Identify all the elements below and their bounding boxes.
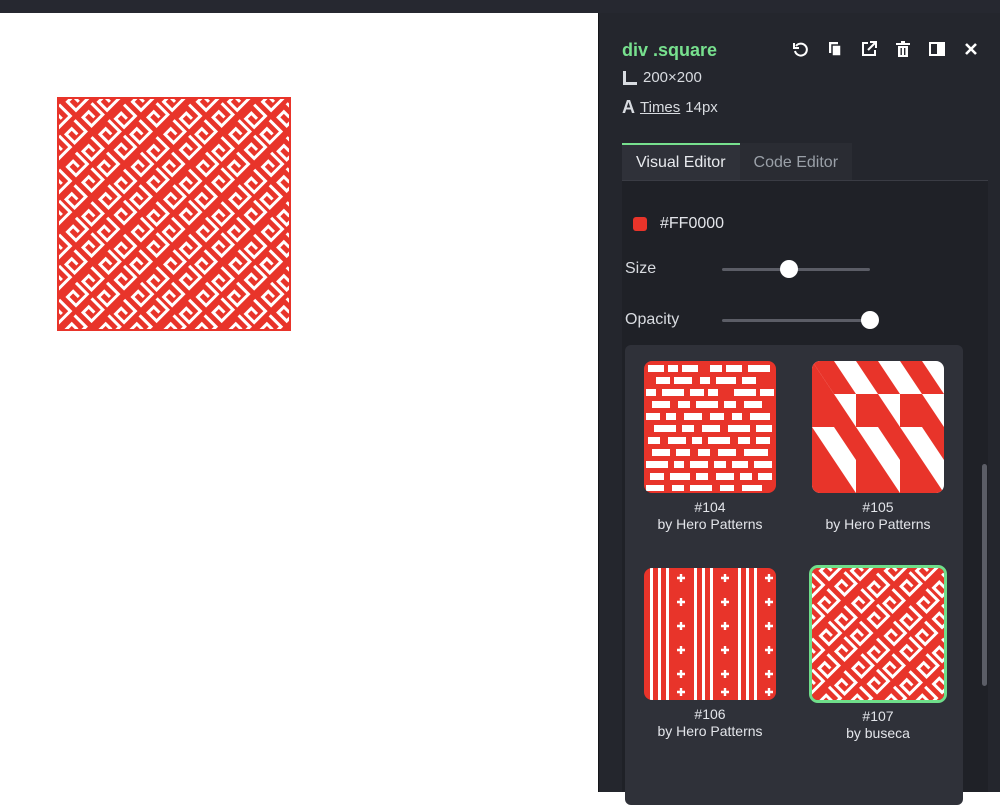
pattern-author-104: by Hero Patterns	[657, 516, 763, 532]
tab-visual-editor[interactable]: Visual Editor	[622, 143, 740, 180]
color-picker-row[interactable]: #FF0000	[633, 215, 724, 233]
inspector-panel: div .square 200×200 A Times 14px Visual …	[598, 13, 1000, 805]
element-size: 200×200	[643, 69, 702, 86]
close-icon[interactable]	[961, 39, 981, 59]
pattern-id-107: #107	[862, 708, 894, 724]
undo-icon[interactable]	[791, 39, 811, 59]
font-size: 14px	[685, 99, 718, 116]
opacity-label: Opacity	[625, 311, 680, 328]
scrollbar[interactable]	[982, 464, 987, 686]
element-size-row: 200×200	[622, 69, 702, 86]
pattern-id-106: #106	[694, 706, 726, 722]
selected-square-element[interactable]	[57, 97, 291, 331]
external-link-icon[interactable]	[859, 39, 879, 59]
pattern-id-105: #105	[862, 499, 894, 515]
square-pattern-fill	[59, 99, 289, 329]
color-swatch[interactable]	[633, 217, 647, 231]
page-canvas	[0, 13, 598, 792]
pattern-card-107[interactable]: #107 by buseca	[803, 565, 953, 742]
tab-code-editor[interactable]: Code Editor	[739, 143, 853, 180]
pattern-author-106: by Hero Patterns	[657, 723, 763, 739]
panel-toggle-icon[interactable]	[927, 39, 947, 59]
inspector-toolbar	[791, 39, 981, 59]
ruler-icon	[623, 70, 637, 85]
pattern-card-105[interactable]: #105 by Hero Patterns	[803, 361, 953, 533]
pattern-author-105: by Hero Patterns	[825, 516, 931, 532]
editor-tabs: Visual Editor Code Editor	[622, 143, 853, 180]
selected-element-title: div .square	[622, 40, 718, 60]
color-hex-value[interactable]: #FF0000	[660, 215, 724, 233]
size-slider-knob[interactable]	[779, 259, 798, 278]
pattern-thumb-105[interactable]	[812, 361, 944, 493]
pattern-gallery: #104 by Hero Patterns #105 by Hero Patte…	[625, 345, 963, 805]
trash-icon[interactable]	[893, 39, 913, 59]
opacity-slider-row: Opacity	[625, 310, 879, 329]
size-slider-row: Size	[625, 259, 870, 278]
copy-icon[interactable]	[825, 39, 845, 59]
pattern-thumb-106[interactable]	[644, 568, 776, 700]
pattern-id-104: #104	[694, 499, 726, 515]
element-font-row: A Times 14px	[622, 97, 718, 118]
pattern-author-107: by buseca	[846, 725, 910, 741]
opacity-slider-track[interactable]	[722, 310, 879, 329]
pattern-thumb-104[interactable]	[644, 361, 776, 493]
pattern-card-106[interactable]: #106 by Hero Patterns	[635, 568, 785, 740]
size-label: Size	[625, 260, 657, 277]
opacity-slider-knob[interactable]	[861, 310, 879, 329]
pattern-card-104[interactable]: #104 by Hero Patterns	[635, 361, 785, 533]
font-name-link[interactable]: Times	[640, 99, 680, 116]
pattern-thumb-107[interactable]	[809, 565, 947, 703]
size-slider-track[interactable]	[722, 259, 870, 278]
font-icon: A	[622, 97, 635, 117]
